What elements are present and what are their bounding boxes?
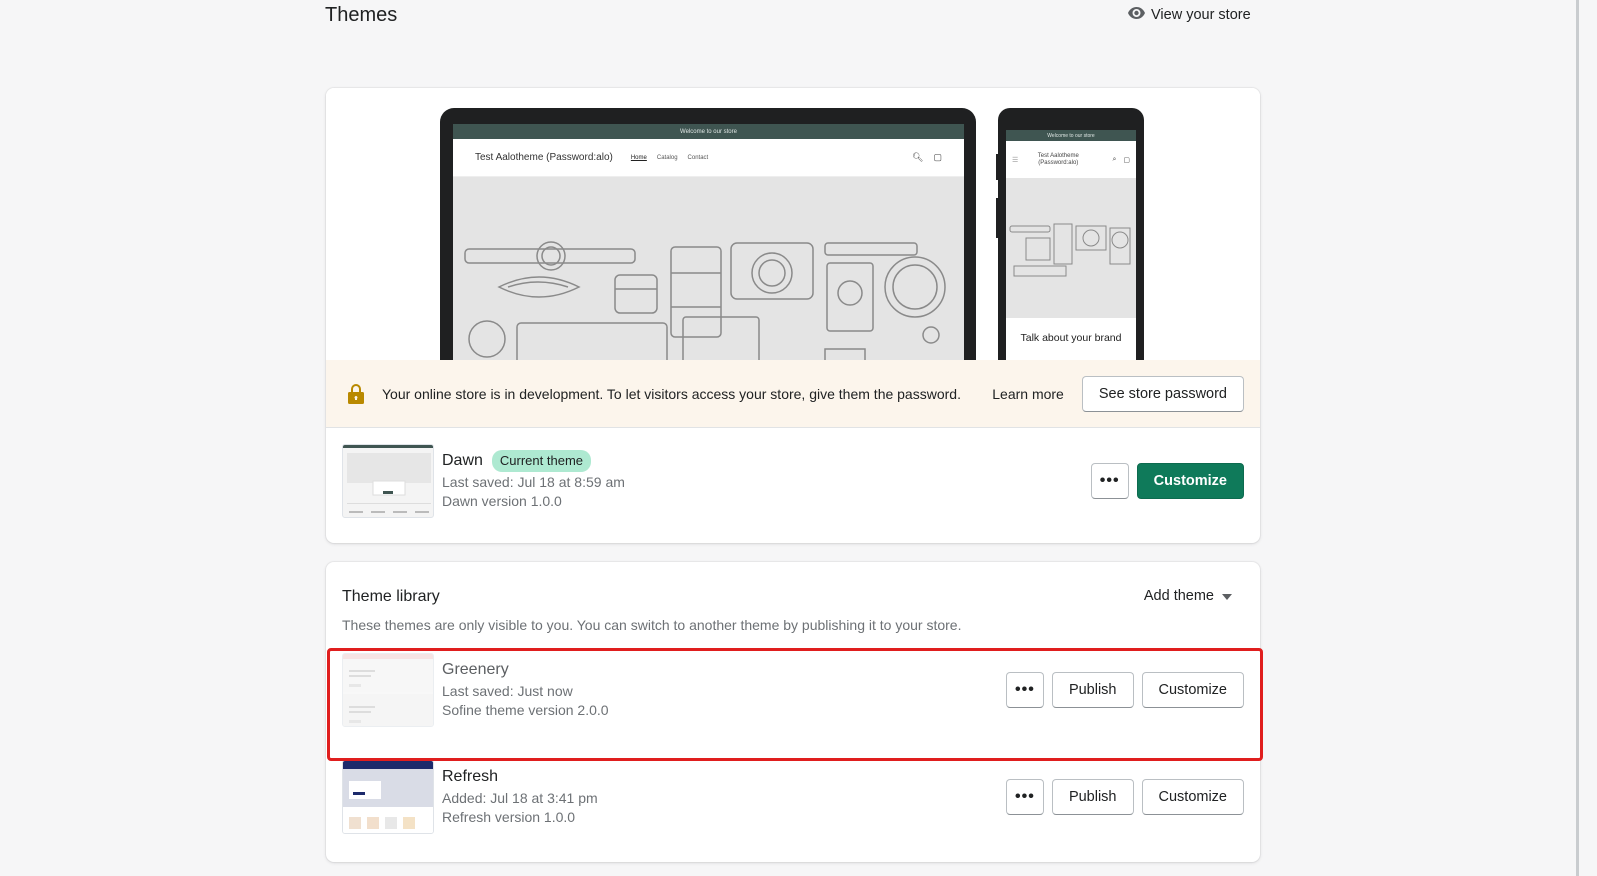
mobile-preview: Welcome to our store ☰ Test Aalotheme (P… [996,108,1144,370]
desktop-preview: Welcome to our store Test Aalotheme (Pas… [440,108,976,370]
mobile-announcement-bar: Welcome to our store [1006,130,1136,141]
highlight-box [327,648,1263,761]
mobile-brand-heading: Talk about your brand [1020,332,1122,344]
current-theme-name: Dawn [442,452,483,470]
refresh-theme-meta: Refresh Added: Jul 18 at 3:41 pm Refresh… [442,766,1006,828]
theme-library-title: Theme library [342,588,440,605]
see-store-password-button[interactable]: See store password [1081,375,1244,412]
eye-icon [1128,7,1145,23]
desktop-preview-screen: Welcome to our store Test Aalotheme (Pas… [453,124,964,370]
current-theme-more-button[interactable]: ••• [1090,463,1129,499]
page-title: Themes [325,4,398,26]
refresh-theme-version: Refresh version 1.0.0 [442,809,576,826]
caret-down-icon [1222,588,1232,604]
library-theme-row: Refresh Added: Jul 18 at 3:41 pm Refresh… [326,760,1260,834]
current-theme-card: Welcome to our store Test Aalotheme (Pas… [326,88,1260,543]
dawn-theme-thumbnail [342,444,434,518]
page-scrollbar[interactable] [1568,0,1597,876]
refresh-more-button[interactable]: ••• [1005,779,1044,815]
current-theme-version: Dawn version 1.0.0 [442,493,562,510]
add-theme-dropdown[interactable]: Add theme [1144,588,1232,604]
refresh-publish-button[interactable]: Publish [1051,779,1134,815]
mobile-preview-screen: Welcome to our store ☰ Test Aalotheme (P… [1006,130,1136,370]
view-store-link[interactable]: View your store [1128,7,1251,23]
view-store-label: View your store [1151,7,1251,23]
search-icon: 🔍︎ [912,152,924,162]
refresh-customize-button[interactable]: Customize [1141,779,1244,815]
nav-link-home: Home [630,154,647,161]
current-theme-meta: Dawn Current theme Last saved: Jul 18 at… [442,450,1091,512]
store-header: Test Aalotheme (Password:alo) Home Catal… [453,139,964,177]
hero-image [453,177,964,370]
current-theme-last-saved: Last saved: Jul 18 at 8:59 am [442,473,625,490]
theme-library-description: These themes are only visible to you. Yo… [342,617,962,633]
cart-icon: ▢ [933,152,942,162]
refresh-theme-name: Refresh [442,768,499,786]
scrollbar-track[interactable] [1576,0,1579,876]
theme-preview: Welcome to our store Test Aalotheme (Pas… [326,88,1260,370]
current-theme-customize-button[interactable]: Customize [1136,463,1244,499]
mobile-hero-image [1006,178,1136,318]
mobile-store-name: Test Aalotheme (Password:alo) [1037,153,1079,166]
development-banner: Your online store is in development. To … [326,360,1260,428]
refresh-theme-added: Added: Jul 18 at 3:41 pm [442,789,598,806]
learn-more-link[interactable]: Learn more [992,386,1064,402]
hamburger-icon: ☰ [1012,156,1019,164]
mobile-search-icon: ⌕ [1112,155,1117,163]
current-theme-row: Dawn Current theme Last saved: Jul 18 at… [326,444,1260,518]
announcement-bar: Welcome to our store [453,124,964,139]
current-theme-badge: Current theme [491,450,591,473]
refresh-theme-thumbnail [342,760,434,834]
nav-link-catalog: Catalog [656,154,678,161]
store-nav-links: Home Catalog Contact [631,155,708,161]
development-message: Your online store is in development. To … [382,385,961,402]
mobile-store-header: ☰ Test Aalotheme (Password:alo) ⌕ ▢ [1006,141,1136,178]
nav-link-contact: Contact [687,154,709,161]
add-theme-label: Add theme [1143,588,1214,604]
mobile-cart-icon: ▢ [1123,156,1130,164]
store-name: Test Aalotheme (Password:alo) [475,152,613,163]
lock-icon [348,383,364,404]
